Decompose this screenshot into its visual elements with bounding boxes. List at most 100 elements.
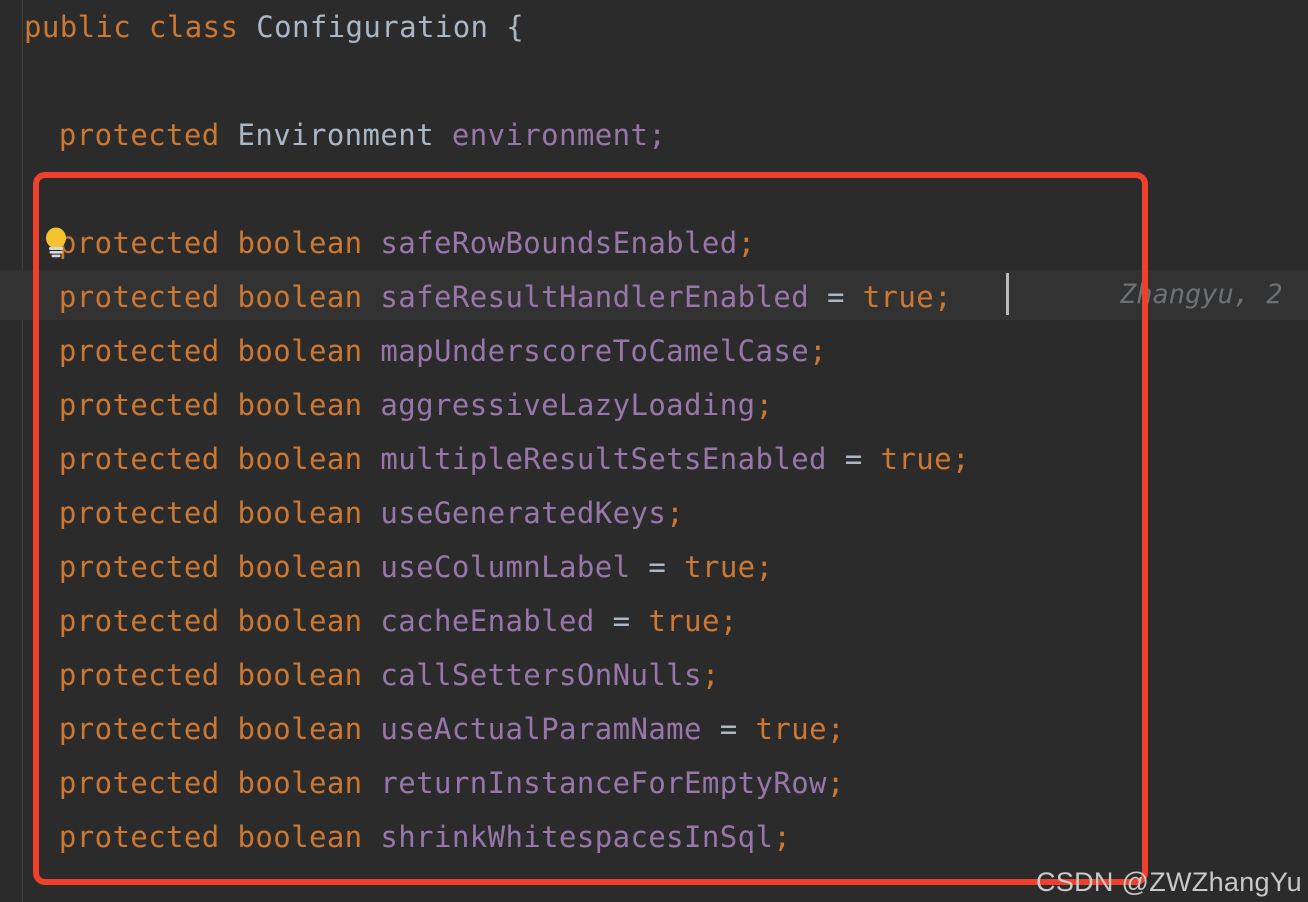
code-token: true: [880, 442, 952, 476]
code-token: boolean: [237, 226, 363, 260]
line-useGeneratedKeys[interactable]: protected boolean useGeneratedKeys;: [59, 486, 684, 540]
code-token: protected: [58, 550, 220, 584]
code-token: ;: [809, 334, 827, 368]
code-token: =: [844, 442, 863, 476]
code-token: ;: [648, 118, 667, 152]
line-useActualParamName[interactable]: protected boolean useActualParamName = t…: [59, 702, 845, 756]
lightbulb-icon[interactable]: [42, 226, 70, 258]
code-editor[interactable]: public class Configuration { protected En…: [0, 0, 1308, 902]
code-token: class: [149, 10, 239, 44]
line-class-decl[interactable]: public class Configuration {: [24, 0, 524, 54]
code-token: true: [684, 550, 756, 584]
code-token: ;: [737, 226, 756, 260]
line-shrinkWhitespacesInSql[interactable]: protected boolean shrinkWhitespacesInSql…: [59, 810, 791, 864]
code-token: boolean: [237, 388, 363, 422]
code-token: cacheEnabled: [380, 604, 595, 638]
code-token: ;: [826, 712, 845, 746]
code-token: useGeneratedKeys: [380, 496, 667, 530]
code-token: true: [648, 604, 720, 638]
code-token: ;: [755, 388, 774, 422]
code-token: protected: [58, 604, 220, 638]
code-token: ;: [952, 442, 970, 476]
line-callSettersOnNulls[interactable]: protected boolean callSettersOnNulls;: [59, 648, 720, 702]
code-token: {: [506, 10, 525, 44]
code-token: protected: [58, 280, 220, 314]
code-token: returnInstanceForEmptyRow: [380, 766, 827, 800]
line-environment-field[interactable]: protected Environment environment;: [59, 108, 666, 162]
code-token: protected: [58, 496, 220, 530]
line-safeResultHandlerEnabled[interactable]: protected boolean safeResultHandlerEnabl…: [59, 270, 952, 324]
line-useColumnLabel[interactable]: protected boolean useColumnLabel = true;: [59, 540, 774, 594]
line-returnInstanceForEmptyRow[interactable]: protected boolean returnInstanceForEmpty…: [59, 756, 845, 810]
code-text-area[interactable]: public class Configuration { protected En…: [0, 0, 1308, 902]
code-token: =: [648, 550, 667, 584]
code-token: protected: [58, 658, 220, 692]
code-token: safeResultHandlerEnabled: [380, 280, 810, 314]
code-token: boolean: [237, 658, 363, 692]
code-token: boolean: [237, 550, 363, 584]
line-multipleResultSetsEnabled[interactable]: protected boolean multipleResultSetsEnab…: [59, 432, 970, 486]
code-token: useColumnLabel: [380, 550, 631, 584]
code-token: mapUnderscoreToCamelCase: [380, 334, 810, 368]
line-safeRowBoundsEnabled[interactable]: protected boolean safeRowBoundsEnabled;: [59, 216, 756, 270]
code-token: boolean: [237, 280, 363, 314]
code-token: Environment: [237, 118, 434, 152]
code-token: protected: [58, 820, 220, 854]
code-token: ;: [934, 280, 953, 314]
csdn-watermark: CSDN @ZWZhangYu: [1036, 867, 1302, 897]
inline-blame-annotation[interactable]: Zhangyu, 2: [1120, 270, 1283, 320]
code-token: true: [862, 280, 935, 314]
code-token: useActualParamName: [380, 712, 702, 746]
code-token: shrinkWhitespacesInSql: [380, 820, 774, 854]
code-token: safeRowBoundsEnabled: [380, 226, 738, 260]
code-token: boolean: [237, 766, 363, 800]
code-token: ;: [773, 820, 792, 854]
code-token: boolean: [237, 442, 363, 476]
line-cacheEnabled[interactable]: protected boolean cacheEnabled = true;: [59, 594, 738, 648]
code-token: protected: [58, 226, 220, 260]
code-token: ;: [755, 550, 774, 584]
line-aggressiveLazyLoading[interactable]: protected boolean aggressiveLazyLoading;: [59, 378, 773, 432]
code-token: ;: [666, 496, 685, 530]
code-token: protected: [58, 334, 220, 368]
line-mapUnderscoreToCamelCase[interactable]: protected boolean mapUnderscoreToCamelCa…: [59, 324, 827, 378]
code-token: callSettersOnNulls: [380, 658, 702, 692]
code-token: ;: [719, 604, 738, 638]
text-caret: [1006, 273, 1009, 315]
code-token: =: [612, 604, 631, 638]
code-token: ;: [701, 658, 720, 692]
code-token: protected: [58, 766, 220, 800]
